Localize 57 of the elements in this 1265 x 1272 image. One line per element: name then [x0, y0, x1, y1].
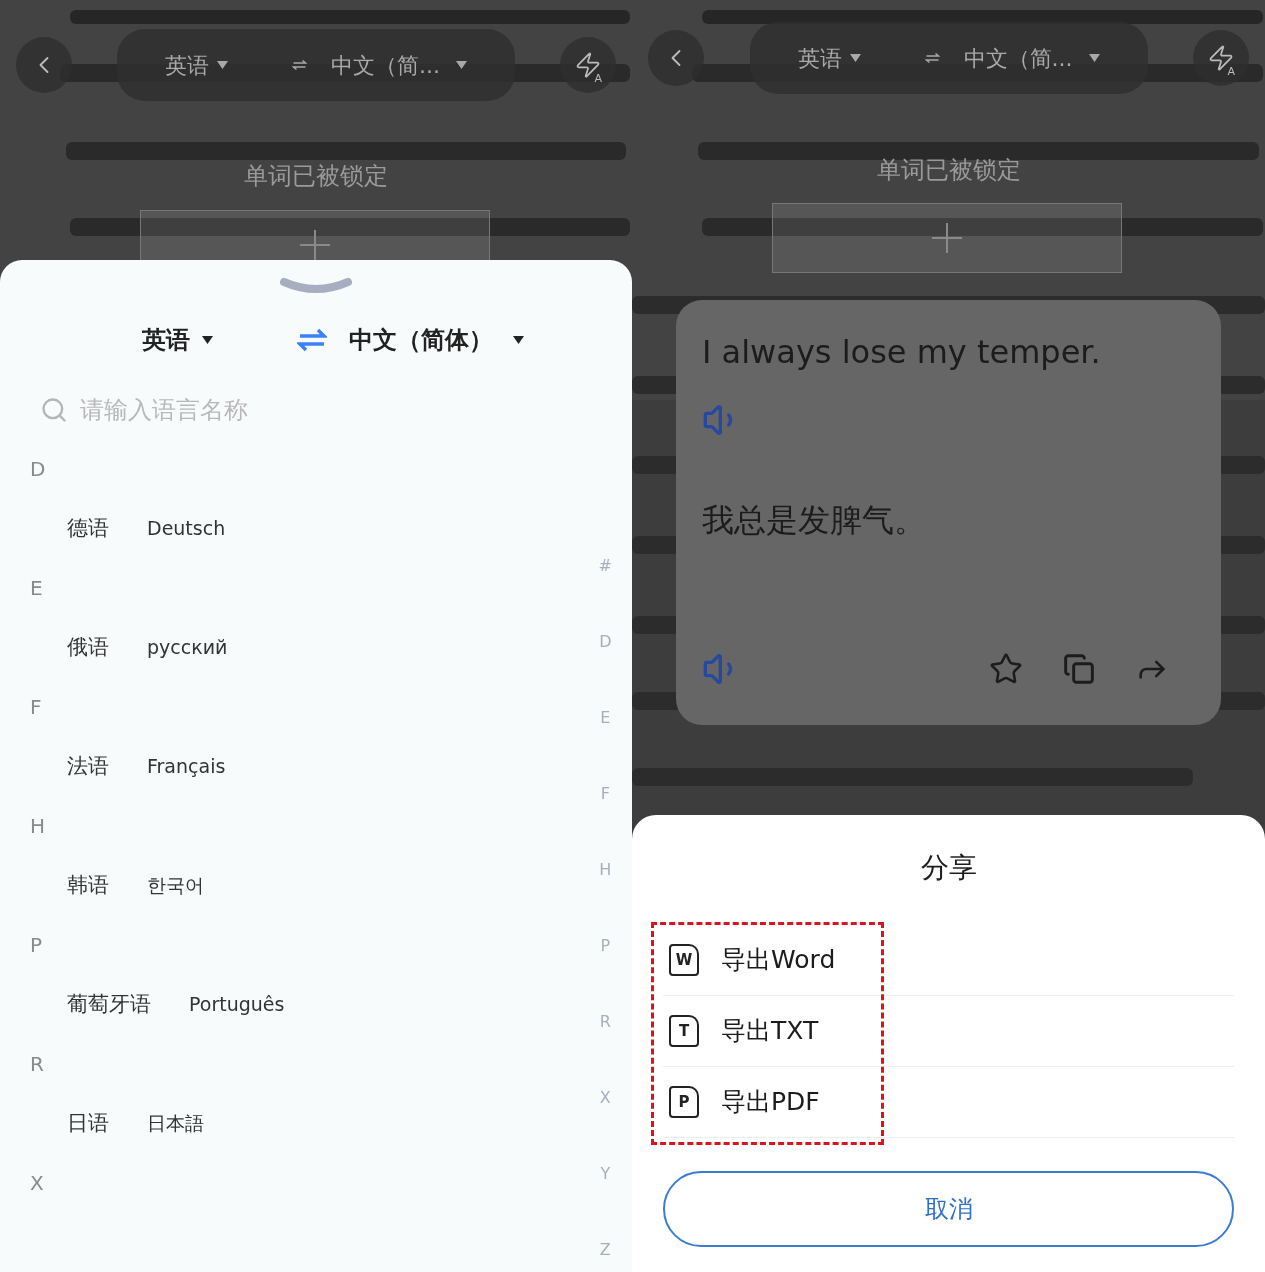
section-letter: E [30, 575, 43, 602]
swap-icon[interactable] [297, 327, 327, 353]
document-icon: W [669, 944, 699, 976]
caret-icon [849, 54, 861, 62]
section-letter: P [30, 932, 43, 959]
crosshair-icon [300, 230, 330, 260]
source-text: I always lose my temper. [702, 332, 1102, 373]
language-row[interactable]: 葡萄牙语 Português [30, 970, 510, 1039]
native-language-name: Deutsch [147, 516, 226, 542]
language-name: 法语 [67, 752, 109, 780]
document-icon: T [669, 1015, 699, 1047]
language-row[interactable]: 法语 Français [30, 732, 510, 801]
section-letter: X [30, 1170, 44, 1197]
crosshair-icon [932, 223, 962, 253]
source-language-button[interactable]: 英语 [165, 48, 228, 82]
star-icon[interactable] [989, 652, 1023, 686]
export-option[interactable]: P 导出PDF [663, 1067, 1234, 1138]
section-letter: D [30, 456, 46, 483]
language-name: 葡萄牙语 [67, 990, 151, 1018]
caret-icon [217, 61, 228, 69]
copy-icon[interactable] [1063, 653, 1095, 685]
export-option[interactable]: T 导出TXT [663, 996, 1234, 1067]
sheet-title: 分享 [919, 850, 978, 886]
language-name: 日语 [67, 1109, 109, 1137]
language-name: 德语 [67, 514, 109, 542]
language-row[interactable]: 德语 Deutsch [30, 494, 510, 563]
language-name: 俄语 [67, 633, 109, 661]
export-option[interactable]: W 导出Word [663, 925, 1234, 996]
lock-notice: 单词已被锁定 [243, 161, 389, 192]
caret-icon [513, 336, 524, 344]
native-language-name: 日本語 [147, 1111, 204, 1137]
caret-icon [202, 336, 213, 344]
section-letter: R [30, 1051, 44, 1078]
document-icon: P [669, 1086, 699, 1118]
section-letter: H [30, 813, 46, 840]
caret-icon [456, 61, 467, 69]
native-language-name: Français [147, 754, 226, 780]
language-row[interactable]: 韩语 한국어 [30, 851, 510, 920]
source-language-button[interactable]: 英语 [797, 41, 861, 75]
native-language-name: 한국어 [147, 873, 204, 899]
language-row[interactable]: 俄语 русский [30, 613, 510, 682]
target-language-button[interactable]: 中文（简... [963, 41, 1100, 75]
collapse-handle-icon[interactable] [280, 276, 352, 296]
native-language-name: русский [147, 635, 228, 661]
language-name: 韩语 [67, 871, 109, 899]
search-field[interactable]: 请输入语言名称 [80, 392, 560, 428]
search-icon [40, 396, 68, 424]
source-language-button[interactable]: 英语 [142, 322, 213, 358]
translated-text: 我总是发脾气。 [702, 500, 927, 541]
section-letter: F [30, 694, 42, 721]
cancel-button[interactable]: 取消 [663, 1171, 1234, 1247]
language-row[interactable]: 日语 日本語 [30, 1089, 510, 1158]
target-language-button[interactable]: 中文（简... [331, 48, 467, 82]
caret-icon [1088, 54, 1100, 62]
lock-notice: 单词已被锁定 [875, 155, 1022, 186]
target-language-button[interactable]: 中文（简体） [349, 322, 524, 358]
native-language-name: Português [189, 992, 285, 1018]
